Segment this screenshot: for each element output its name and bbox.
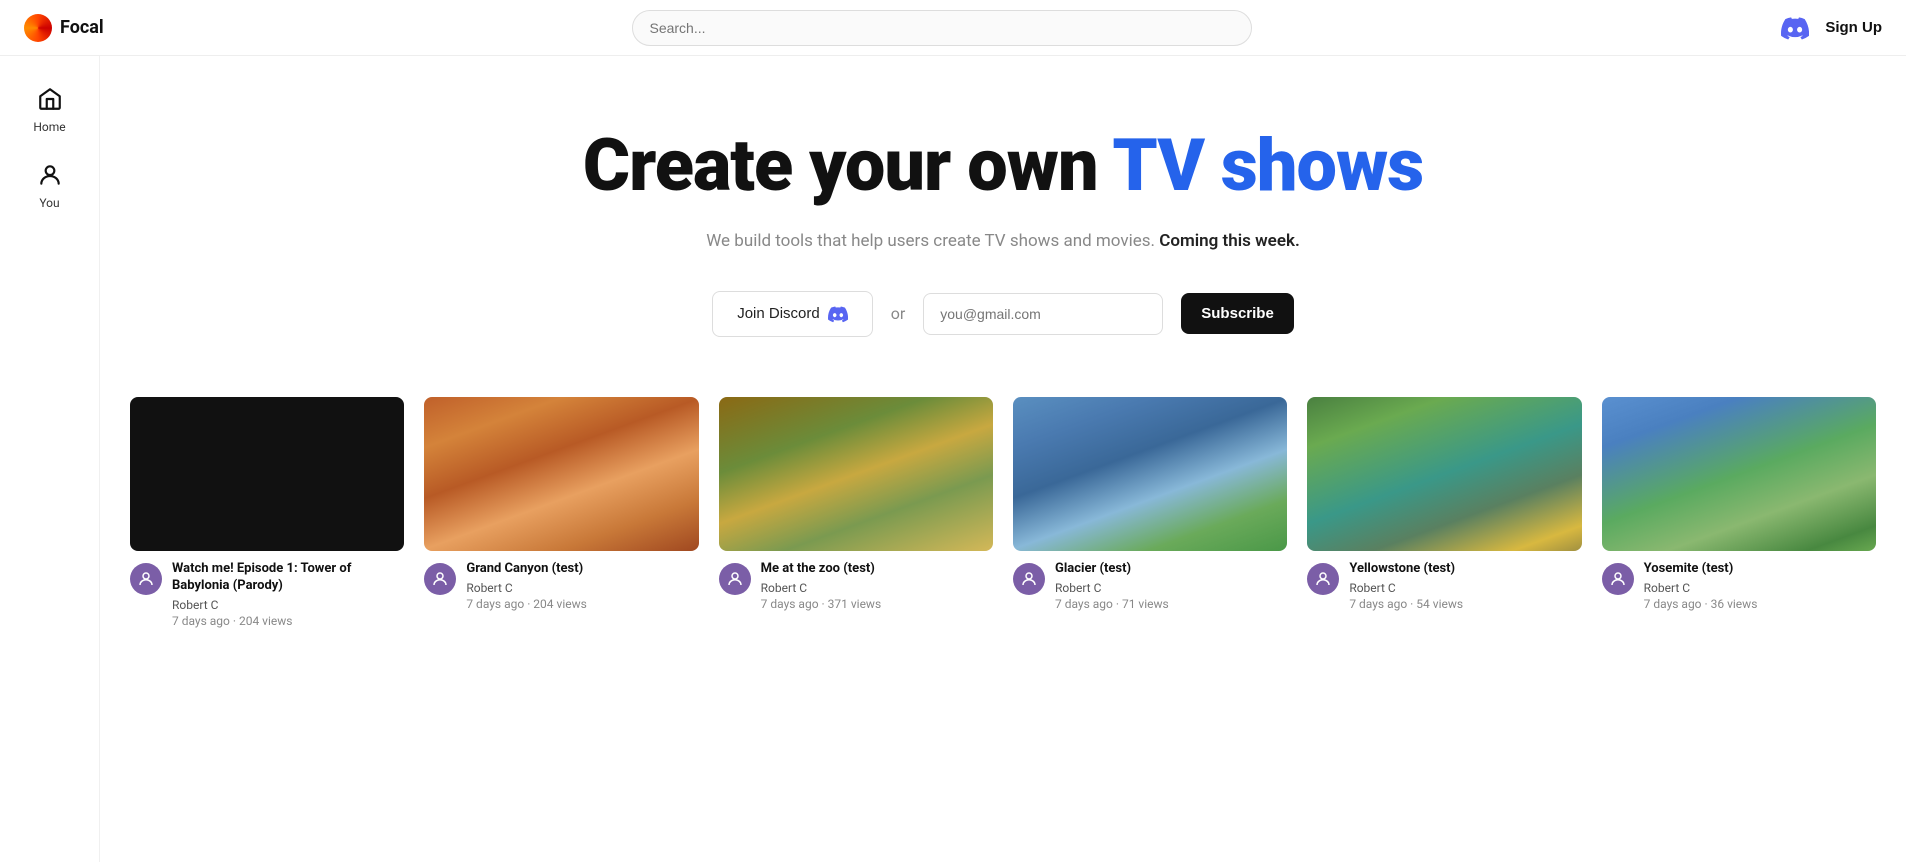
- card-thumbnail: [1307, 397, 1581, 551]
- home-icon: [37, 86, 63, 116]
- card-author: Robert C: [1349, 581, 1463, 595]
- card-thumbnail: [130, 397, 404, 551]
- card-author: Robert C: [1055, 581, 1169, 595]
- search-input[interactable]: [632, 10, 1252, 46]
- card-thumbnail: [1013, 397, 1287, 551]
- card-title: Glacier (test): [1055, 561, 1169, 578]
- card-thumbnail: [1602, 397, 1876, 551]
- card-stats: 7 days ago · 36 views: [1644, 597, 1758, 611]
- card-thumbnail: [719, 397, 993, 551]
- hero-title-part1: Create your own: [583, 123, 1113, 208]
- logo-icon: [24, 14, 52, 42]
- card-meta: Me at the zoo (test) Robert C 7 days ago…: [719, 561, 993, 611]
- avatar: [1602, 563, 1634, 595]
- sidebar-you-label: You: [39, 196, 59, 210]
- page-layout: Home You Create your own TV shows We bui…: [0, 56, 1906, 862]
- card-meta: Yellowstone (test) Robert C 7 days ago ·…: [1307, 561, 1581, 611]
- hero-title-highlight: TV shows: [1112, 123, 1423, 208]
- hero-subtitle-text: We build tools that help users create TV…: [706, 231, 1159, 251]
- card-info: Glacier (test) Robert C 7 days ago · 71 …: [1055, 561, 1169, 611]
- sidebar: Home You: [0, 56, 100, 862]
- card-stats: 7 days ago · 371 views: [761, 597, 882, 611]
- card-author: Robert C: [1644, 581, 1758, 595]
- card-author: Robert C: [761, 581, 882, 595]
- cards-section: Watch me! Episode 1: Tower of Babylonia …: [100, 397, 1906, 678]
- card-info: Watch me! Episode 1: Tower of Babylonia …: [172, 561, 404, 628]
- card-card-6[interactable]: Yosemite (test) Robert C 7 days ago · 36…: [1602, 397, 1876, 628]
- card-title: Watch me! Episode 1: Tower of Babylonia …: [172, 561, 404, 595]
- card-title: Grand Canyon (test): [466, 561, 587, 578]
- card-card-2[interactable]: Grand Canyon (test) Robert C 7 days ago …: [424, 397, 698, 628]
- card-card-5[interactable]: Yellowstone (test) Robert C 7 days ago ·…: [1307, 397, 1581, 628]
- card-meta: Yosemite (test) Robert C 7 days ago · 36…: [1602, 561, 1876, 611]
- header: Focal Sign Up: [0, 0, 1906, 56]
- sign-up-button[interactable]: Sign Up: [1825, 19, 1882, 36]
- card-stats: 7 days ago · 204 views: [466, 597, 587, 611]
- logo-text: Focal: [60, 17, 104, 38]
- avatar: [424, 563, 456, 595]
- sidebar-item-home[interactable]: Home: [10, 76, 90, 144]
- card-meta: Watch me! Episode 1: Tower of Babylonia …: [130, 561, 404, 628]
- avatar: [1307, 563, 1339, 595]
- hero-actions: Join Discord or Subscribe: [712, 291, 1294, 337]
- card-title: Me at the zoo (test): [761, 561, 882, 578]
- avatar: [1013, 563, 1045, 595]
- hero-subtitle-emphasis: Coming this week.: [1159, 231, 1300, 251]
- main-content: Create your own TV shows We build tools …: [100, 56, 1906, 862]
- join-discord-button[interactable]: Join Discord: [712, 291, 873, 337]
- email-input[interactable]: [923, 293, 1163, 335]
- card-meta: Glacier (test) Robert C 7 days ago · 71 …: [1013, 561, 1287, 611]
- card-meta: Grand Canyon (test) Robert C 7 days ago …: [424, 561, 698, 611]
- discord-icon[interactable]: [1781, 14, 1809, 42]
- discord-small-icon: [828, 304, 848, 324]
- card-card-3[interactable]: Me at the zoo (test) Robert C 7 days ago…: [719, 397, 993, 628]
- card-info: Grand Canyon (test) Robert C 7 days ago …: [466, 561, 587, 611]
- card-card-4[interactable]: Glacier (test) Robert C 7 days ago · 71 …: [1013, 397, 1287, 628]
- sidebar-item-you[interactable]: You: [10, 152, 90, 220]
- hero-title: Create your own TV shows: [583, 126, 1423, 205]
- avatar: [130, 563, 162, 595]
- subscribe-button[interactable]: Subscribe: [1181, 293, 1294, 334]
- avatar: [719, 563, 751, 595]
- card-info: Me at the zoo (test) Robert C 7 days ago…: [761, 561, 882, 611]
- hero-section: Create your own TV shows We build tools …: [100, 56, 1906, 397]
- card-card-1[interactable]: Watch me! Episode 1: Tower of Babylonia …: [130, 397, 404, 628]
- card-stats: 7 days ago · 204 views: [172, 614, 404, 628]
- header-right: Sign Up: [1781, 14, 1882, 42]
- card-info: Yosemite (test) Robert C 7 days ago · 36…: [1644, 561, 1758, 611]
- logo[interactable]: Focal: [24, 14, 104, 42]
- card-title: Yosemite (test): [1644, 561, 1758, 578]
- join-discord-label: Join Discord: [737, 305, 820, 322]
- cards-row: Watch me! Episode 1: Tower of Babylonia …: [130, 397, 1876, 638]
- user-icon: [37, 162, 63, 192]
- card-stats: 7 days ago · 54 views: [1349, 597, 1463, 611]
- card-author: Robert C: [172, 598, 404, 612]
- card-title: Yellowstone (test): [1349, 561, 1463, 578]
- search-container: [104, 10, 1782, 46]
- sidebar-home-label: Home: [33, 120, 65, 134]
- card-thumbnail: [424, 397, 698, 551]
- card-author: Robert C: [466, 581, 587, 595]
- card-info: Yellowstone (test) Robert C 7 days ago ·…: [1349, 561, 1463, 611]
- hero-subtitle: We build tools that help users create TV…: [706, 229, 1300, 255]
- or-separator: or: [891, 304, 906, 323]
- card-stats: 7 days ago · 71 views: [1055, 597, 1169, 611]
